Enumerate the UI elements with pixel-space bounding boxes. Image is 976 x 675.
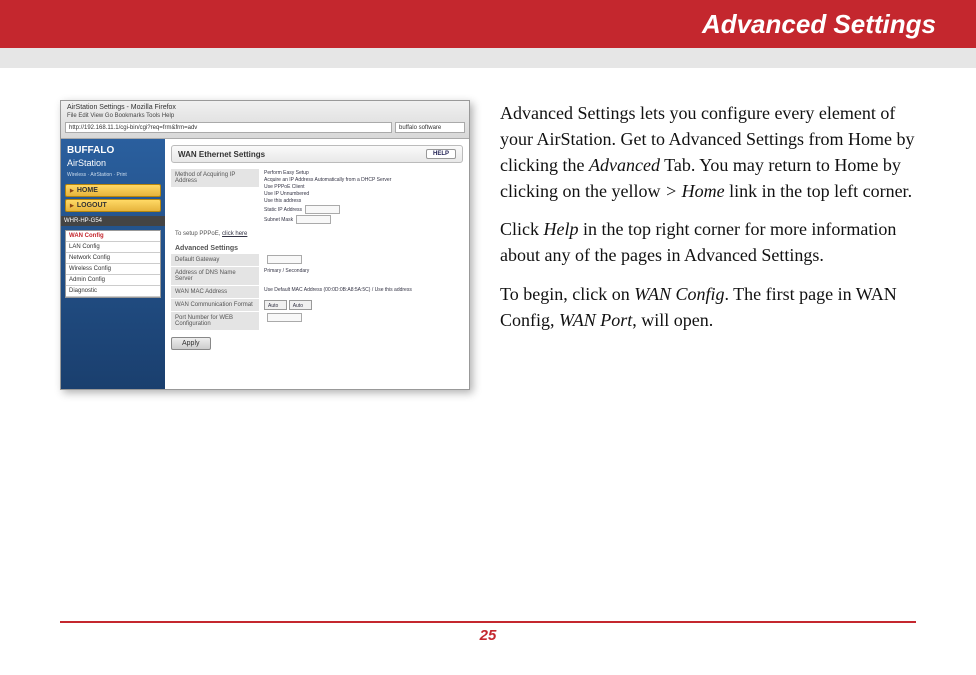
speed-select[interactable]: Auto xyxy=(264,300,287,310)
sidebar-item-diagnostic[interactable]: Diagnostic xyxy=(66,286,160,297)
pppoe-setup-hint: To setup PPPoE, click here xyxy=(171,227,463,241)
static-ip-input[interactable] xyxy=(305,205,340,214)
sidebar-item-admin-config[interactable]: Admin Config xyxy=(66,275,160,286)
radio-use-address[interactable]: Use this address xyxy=(264,198,460,205)
content-area: AirStation Settings - Mozilla Firefox Fi… xyxy=(0,68,976,390)
row-port-label: Port Number for WEB Configuration xyxy=(171,312,259,330)
browser-chrome: AirStation Settings - Mozilla Firefox Fi… xyxy=(61,101,469,139)
browser-menu-bar: File Edit View Go Bookmarks Tools Help xyxy=(65,112,465,120)
row-dns-value: Primary / Secondary xyxy=(261,267,463,275)
sidebar-item-wireless-config[interactable]: Wireless Config xyxy=(66,264,160,275)
browser-url-bar[interactable]: http://192.168.11.1/cgi-bin/cgi?req=frm&… xyxy=(65,122,392,133)
brand-logo: BUFFALO xyxy=(65,143,161,158)
help-ref: Help xyxy=(544,219,579,239)
header-bar: Advanced Settings xyxy=(0,0,976,48)
settings-block: Method of Acquiring IP Address Perform E… xyxy=(171,169,463,350)
sidebar-item-lan-config[interactable]: LAN Config xyxy=(66,242,160,253)
home-link-ref: > Home xyxy=(665,181,725,201)
radio-unnumbered[interactable]: Use IP Unnumbered xyxy=(264,191,460,198)
browser-window-title: AirStation Settings - Mozilla Firefox xyxy=(65,103,465,112)
panel-title: WAN Ethernet Settings xyxy=(178,150,265,159)
row-default-gateway-label: Default Gateway xyxy=(171,254,259,266)
product-name: AirStation xyxy=(65,158,161,172)
advanced-tab-ref: Advanced xyxy=(589,155,660,175)
method-options: Perform Easy Setup Acquire an IP Address… xyxy=(261,169,463,226)
browser-search-bar[interactable]: buffalo software xyxy=(395,122,465,133)
header-sub-bar xyxy=(0,48,976,68)
router-sidebar: BUFFALO AirStation Wireless · AirStation… xyxy=(61,139,165,389)
radio-easy-setup[interactable]: Perform Easy Setup xyxy=(264,170,460,177)
paragraph-1: Advanced Settings lets you configure eve… xyxy=(500,100,916,204)
page-number: 25 xyxy=(480,627,497,644)
wan-port-ref: WAN Port xyxy=(559,310,632,330)
sidebar-item-wan-config[interactable]: WAN Config xyxy=(66,231,160,242)
help-button[interactable]: HELP xyxy=(426,149,456,159)
router-screenshot: AirStation Settings - Mozilla Firefox Fi… xyxy=(60,100,470,390)
home-button[interactable]: HOME xyxy=(65,184,161,197)
radio-pppoe[interactable]: Use PPPoE Client xyxy=(264,184,460,191)
sidebar-item-network-config[interactable]: Network Config xyxy=(66,253,160,264)
model-label: WHR-HP-G54 xyxy=(61,216,165,226)
wan-config-ref: WAN Config xyxy=(634,284,724,304)
row-wan-format-value: Auto Auto xyxy=(261,299,463,311)
subnet-input[interactable] xyxy=(296,215,331,224)
advanced-settings-label: Advanced Settings xyxy=(171,241,463,254)
method-label: Method of Acquiring IP Address xyxy=(171,169,259,187)
paragraph-3: To begin, click on WAN Config. The first… xyxy=(500,281,916,333)
footer: 25 xyxy=(60,621,916,645)
panel-header: WAN Ethernet Settings HELP xyxy=(171,145,463,163)
router-main-panel: WAN Ethernet Settings HELP Method of Acq… xyxy=(165,139,469,389)
router-page: BUFFALO AirStation Wireless · AirStation… xyxy=(61,139,469,389)
subnet-line: Subnet Mask xyxy=(264,215,460,225)
apply-button[interactable]: Apply xyxy=(171,337,211,350)
sidebar-menu: WAN Config LAN Config Network Config Wir… xyxy=(65,230,161,298)
browser-toolbar: http://192.168.11.1/cgi-bin/cgi?req=frm&… xyxy=(65,122,465,133)
logout-button[interactable]: LOGOUT xyxy=(65,199,161,212)
default-gateway-input[interactable] xyxy=(267,255,302,264)
static-ip-line: Static IP Address xyxy=(264,205,460,215)
page-title: Advanced Settings xyxy=(702,9,936,40)
row-wan-format-label: WAN Communication Format xyxy=(171,299,259,311)
row-mac-value: Use Default MAC Address (00:0D:0B:A8:5A:… xyxy=(261,286,463,294)
radio-dhcp[interactable]: Acquire an IP Address Automatically from… xyxy=(264,177,460,184)
row-mac-label: WAN MAC Address xyxy=(171,286,259,298)
product-tagline: Wireless · AirStation · Print xyxy=(65,172,161,182)
body-text: Advanced Settings lets you configure eve… xyxy=(500,100,916,390)
mdi-select[interactable]: Auto xyxy=(289,300,312,310)
click-here-link[interactable]: click here xyxy=(222,231,247,237)
port-input[interactable] xyxy=(267,313,302,322)
row-dns-label: Address of DNS Name Server xyxy=(171,267,259,285)
paragraph-2: Click Help in the top right corner for m… xyxy=(500,216,916,268)
